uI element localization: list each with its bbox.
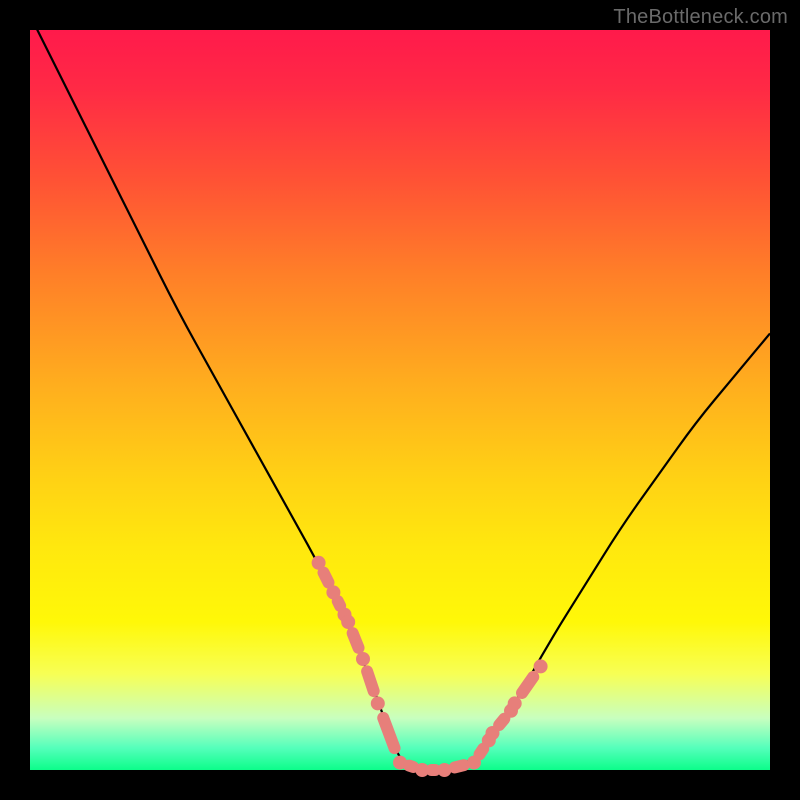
- neck-point: [534, 659, 548, 673]
- neck-segment: [514, 669, 542, 702]
- chart-plot-area: [30, 30, 770, 770]
- neck-point: [356, 652, 370, 666]
- neck-point: [508, 696, 522, 710]
- bottleneck-curve-line: [30, 15, 770, 770]
- neck-point: [371, 696, 385, 710]
- neck-marker-group: [312, 556, 548, 777]
- bottleneck-curve-svg: [30, 30, 770, 770]
- neck-segment: [345, 625, 367, 655]
- neck-segment: [376, 710, 403, 756]
- neck-point: [341, 615, 355, 629]
- watermark-text: TheBottleneck.com: [613, 6, 788, 29]
- neck-segment: [360, 664, 382, 699]
